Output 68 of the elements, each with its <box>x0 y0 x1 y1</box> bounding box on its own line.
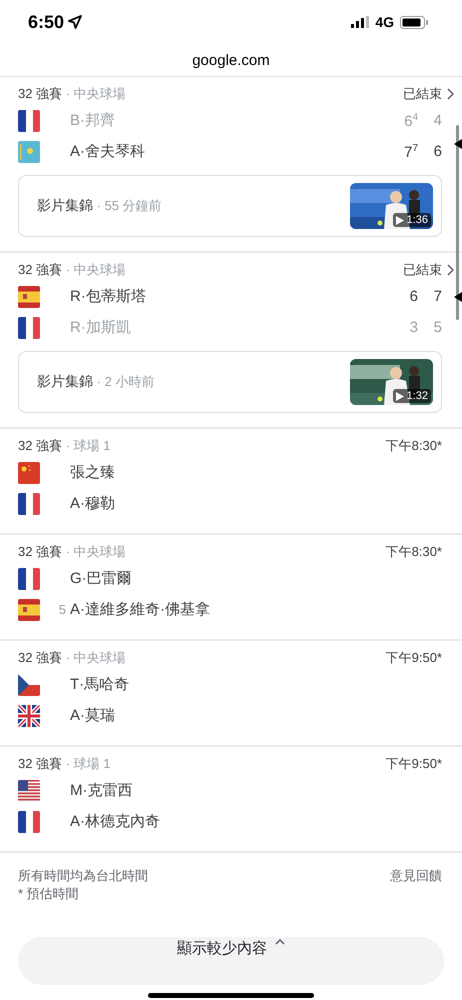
caret-up-icon <box>275 939 285 945</box>
show-less-button[interactable]: 顯示較少內容 <box>18 937 444 985</box>
set-score: 6$^{4}$ <box>403 112 418 130</box>
set-score: 6 <box>432 143 442 160</box>
match-round: 32 強賽 · 球場 1 <box>18 437 110 455</box>
set-score: 7$^{7}$ <box>403 142 418 160</box>
footer-note: * 預估時間 <box>18 885 80 903</box>
flag-icon <box>18 674 40 696</box>
set-score: 7 <box>432 288 442 305</box>
player-name: 張之臻 <box>70 463 116 482</box>
player-name: A·莫瑞 <box>70 706 116 725</box>
flag-icon <box>18 704 40 726</box>
player-name: G·巴雷爾 <box>70 569 133 588</box>
video-title: 影片集錦 · 2 小時前 <box>37 373 154 391</box>
flag-icon <box>18 140 40 162</box>
match-time: 下午9:50* <box>386 755 442 773</box>
flag-icon <box>18 780 40 802</box>
flag-icon <box>18 492 40 514</box>
play-icon <box>396 216 404 224</box>
match-time: 下午8:30* <box>386 543 442 561</box>
clock-time: 6:50 <box>28 12 64 32</box>
flag-icon <box>18 810 40 832</box>
set-score: 6 <box>408 288 418 305</box>
match-round: 32 強賽 · 球場 1 <box>18 755 110 773</box>
flag-icon <box>18 286 40 308</box>
match-round: 32 強賽 · 中央球場 <box>18 261 126 279</box>
player-name: A·林德克內奇 <box>70 812 161 831</box>
match-round: 32 強賽 · 中央球場 <box>18 85 126 103</box>
match-status: 已結束 <box>403 85 442 103</box>
player-name: M·克雷西 <box>70 781 134 800</box>
pointer-icon <box>454 292 462 302</box>
feedback-link[interactable]: 意見回饋 <box>390 868 442 883</box>
match-time: 下午8:30* <box>386 437 442 455</box>
video-highlights-card[interactable]: 影片集錦 · 2 小時前 1:32 <box>18 351 442 413</box>
chevron-right-icon[interactable] <box>446 88 454 100</box>
match-round: 32 強賽 · 中央球場 <box>18 543 126 561</box>
network-type: 4G <box>375 14 394 30</box>
pointer-icon <box>454 139 462 149</box>
player-name: B·邦齊 <box>70 111 116 130</box>
match-time: 下午9:50* <box>386 649 442 667</box>
signal-icon <box>351 16 370 28</box>
set-score: 4 <box>432 112 442 129</box>
url-text[interactable]: google.com <box>192 52 270 68</box>
video-title: 影片集錦 · 55 分鐘前 <box>37 197 162 215</box>
duration-badge: 1:36 <box>392 213 431 227</box>
flag-icon <box>18 110 40 132</box>
location-arrow-icon <box>68 15 82 29</box>
set-score: 3 <box>408 319 418 336</box>
flag-icon <box>18 316 40 338</box>
player-name: T·馬哈奇 <box>70 675 130 694</box>
match-round: 32 強賽 · 中央球場 <box>18 649 126 667</box>
player-name: R·加斯凱 <box>70 318 132 337</box>
flag-icon <box>18 598 40 620</box>
match-status: 已結束 <box>403 261 442 279</box>
play-icon <box>396 392 404 400</box>
player-name: R·包蒂斯塔 <box>70 287 147 306</box>
player-name: A·達維多維奇·佛基拿 <box>70 600 211 619</box>
player-name: A·穆勒 <box>70 494 116 513</box>
video-highlights-card[interactable]: 影片集錦 · 55 分鐘前 1:36 <box>18 175 442 237</box>
seed-number: 5 <box>58 602 66 617</box>
footer-note: 所有時間均為台北時間 <box>18 867 148 885</box>
flag-icon <box>18 568 40 590</box>
player-name: A·舍夫琴科 <box>70 142 146 161</box>
set-score: 5 <box>432 319 442 336</box>
chevron-right-icon[interactable] <box>446 264 454 276</box>
flag-icon <box>18 462 40 484</box>
battery-icon <box>400 16 428 28</box>
duration-badge: 1:32 <box>392 389 431 403</box>
